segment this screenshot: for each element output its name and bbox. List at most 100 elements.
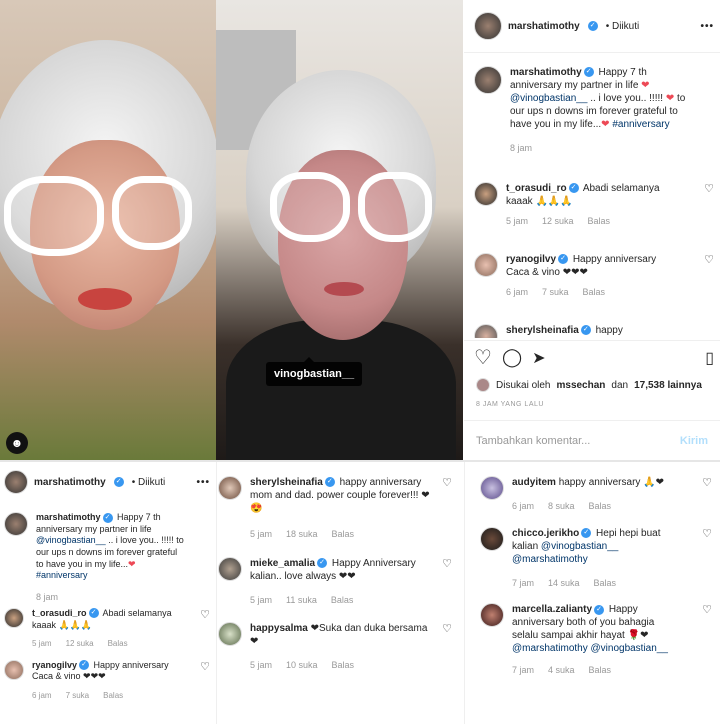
reply-link[interactable]: Balas bbox=[588, 216, 611, 228]
reply-link[interactable]: Balas bbox=[331, 595, 354, 607]
more-options-icon[interactable]: ••• bbox=[196, 477, 210, 488]
like-comment-icon[interactable]: ♡ bbox=[200, 660, 210, 673]
like-comment-icon[interactable]: ♡ bbox=[702, 603, 712, 616]
likes-count[interactable]: 17,538 lainnya bbox=[634, 380, 702, 391]
reply-link[interactable]: Balas bbox=[583, 287, 606, 299]
like-comment-icon[interactable]: ♡ bbox=[200, 608, 210, 621]
comment-username[interactable]: t_orasudi_ro bbox=[506, 183, 567, 194]
like-comment-icon[interactable]: ♡ bbox=[704, 253, 714, 266]
comment-username[interactable]: chicco.jerikho bbox=[512, 528, 579, 539]
caption-username[interactable]: marshatimothy bbox=[510, 67, 582, 78]
comment-likes[interactable]: 10 suka bbox=[286, 660, 318, 672]
avatar[interactable] bbox=[4, 607, 24, 628]
like-icon[interactable]: ♡ bbox=[474, 345, 492, 370]
heart-emoji: ❤ bbox=[128, 558, 136, 569]
share-icon[interactable]: ➤ bbox=[532, 348, 545, 368]
post-username[interactable]: marshatimothy bbox=[508, 21, 580, 32]
reply-link[interactable]: Balas bbox=[589, 501, 612, 513]
add-comment-bar: Tambahkan komentar... Kirim bbox=[464, 420, 720, 460]
follow-status[interactable]: • Diikuti bbox=[132, 477, 166, 488]
avatar[interactable] bbox=[474, 324, 498, 338]
like-comment-icon[interactable]: ♡ bbox=[702, 527, 712, 540]
avatar[interactable] bbox=[4, 470, 28, 494]
avatar[interactable] bbox=[476, 378, 490, 392]
post-comment-button[interactable]: Kirim bbox=[680, 435, 708, 447]
comment-likes[interactable]: 7 suka bbox=[542, 287, 569, 299]
avatar[interactable] bbox=[4, 512, 28, 536]
caption-mention[interactable]: @vinogbastian__ bbox=[36, 535, 106, 545]
comment-username[interactable]: marcella.zalianty bbox=[512, 604, 592, 615]
like-comment-icon[interactable]: ♡ bbox=[702, 476, 712, 489]
comment-time: 7 jam bbox=[512, 665, 535, 676]
comment-icon[interactable]: ◯ bbox=[502, 347, 522, 368]
caption-mention[interactable]: @vinogbastian__ bbox=[510, 93, 587, 104]
comment-likes[interactable]: 11 suka bbox=[286, 595, 317, 607]
comment-username[interactable]: sherylsheinafia bbox=[506, 325, 579, 336]
comment-username[interactable]: mieke_amalia bbox=[250, 558, 315, 569]
post-username[interactable]: marshatimothy bbox=[34, 477, 106, 488]
caption-username[interactable]: marshatimothy bbox=[36, 512, 101, 522]
divider bbox=[464, 340, 720, 341]
comment-likes[interactable]: 4 suka bbox=[548, 665, 575, 677]
like-comment-icon[interactable]: ♡ bbox=[704, 182, 714, 195]
comment-username[interactable]: happysalma bbox=[250, 623, 308, 634]
verified-icon: ✓ bbox=[113, 477, 124, 487]
comment: sherylsheinafia ✓ happy bbox=[474, 324, 714, 338]
like-comment-icon[interactable]: ♡ bbox=[442, 622, 452, 635]
reply-link[interactable]: Balas bbox=[589, 665, 612, 677]
reply-link[interactable]: Balas bbox=[108, 639, 128, 649]
avatar[interactable] bbox=[474, 253, 498, 277]
comment-time: 6 jam bbox=[506, 287, 529, 297]
avatar[interactable] bbox=[480, 526, 504, 551]
glasses-filter bbox=[270, 172, 432, 242]
more-options-icon[interactable]: ••• bbox=[700, 21, 714, 32]
avatar[interactable] bbox=[480, 603, 504, 628]
lips bbox=[78, 288, 132, 310]
follow-status[interactable]: • Diikuti bbox=[606, 21, 640, 32]
verified-icon: ✓ bbox=[580, 325, 591, 336]
like-comment-icon[interactable]: ♡ bbox=[442, 557, 452, 570]
avatar[interactable] bbox=[218, 556, 242, 581]
reply-link[interactable]: Balas bbox=[332, 529, 355, 541]
verified-icon: ✓ bbox=[558, 254, 569, 265]
comment-time: 7 jam bbox=[512, 577, 535, 588]
verified-icon: ✓ bbox=[324, 477, 335, 488]
comment-mentions[interactable]: @marshatimothy @vinogbastian__ bbox=[512, 643, 668, 654]
tagged-people-icon[interactable]: ☻ bbox=[6, 432, 28, 454]
reply-link[interactable]: Balas bbox=[103, 691, 123, 701]
post-header: marshatimothy ✓ • Diikuti ••• bbox=[474, 12, 714, 40]
comment-username[interactable]: audyitem bbox=[512, 477, 556, 488]
comment-username[interactable]: t_orasudi_ro bbox=[32, 608, 87, 618]
comment-likes[interactable]: 12 suka bbox=[66, 639, 94, 649]
avatar[interactable] bbox=[474, 182, 498, 206]
caption-hashtag[interactable]: #anniversary bbox=[36, 570, 88, 580]
comment-likes[interactable]: 14 suka bbox=[548, 578, 580, 590]
photo-user-tag[interactable]: vinogbastian__ bbox=[266, 357, 363, 386]
comment-likes[interactable]: 7 suka bbox=[66, 691, 90, 701]
like-comment-icon[interactable]: ♡ bbox=[442, 476, 452, 489]
screenshot-collage: ☻ vinogbastian__ marshatimothy ✓ • Diiku… bbox=[0, 0, 720, 724]
reply-link[interactable]: Balas bbox=[332, 660, 355, 672]
comment-username[interactable]: sherylsheinafia bbox=[250, 477, 323, 488]
bookmark-icon[interactable]: ▯ bbox=[705, 348, 714, 368]
comment-likes[interactable]: 12 suka bbox=[542, 216, 574, 228]
comment-likes[interactable]: 18 suka bbox=[286, 529, 318, 541]
comment-input[interactable]: Tambahkan komentar... bbox=[476, 435, 590, 447]
bottom-right-panel: audyitem happy anniversary 🙏❤ 6 jam 8 suk… bbox=[480, 476, 712, 677]
comment-username[interactable]: ryanogilvy bbox=[506, 254, 556, 265]
avatar[interactable] bbox=[474, 66, 502, 94]
avatar[interactable] bbox=[218, 622, 242, 647]
avatar[interactable] bbox=[480, 476, 504, 500]
comment-username[interactable]: ryanogilvy bbox=[32, 660, 77, 670]
likes-user[interactable]: mssechan bbox=[556, 380, 605, 391]
caption-hashtag[interactable]: #anniversary bbox=[612, 119, 669, 130]
reply-link[interactable]: Balas bbox=[594, 578, 617, 590]
avatar[interactable] bbox=[4, 659, 24, 680]
post-photo-left: ☻ bbox=[0, 0, 216, 460]
avatar[interactable] bbox=[474, 12, 502, 40]
comment-likes[interactable]: 8 suka bbox=[548, 501, 575, 513]
heart-emoji: ❤ bbox=[665, 93, 675, 104]
heart-emoji: ❤ bbox=[641, 80, 650, 91]
avatar[interactable] bbox=[218, 476, 242, 500]
verified-icon: ✓ bbox=[102, 512, 113, 523]
